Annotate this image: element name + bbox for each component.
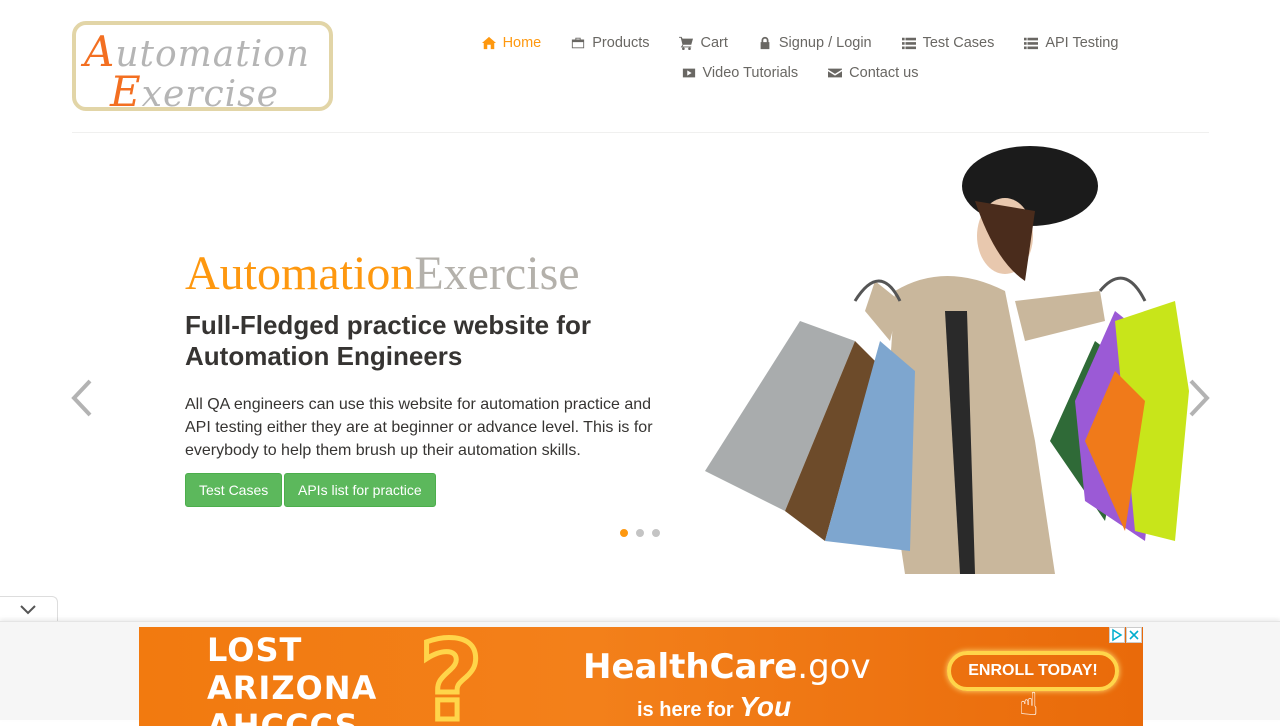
chevron-left-icon: [71, 379, 92, 417]
briefcase-icon: [572, 37, 585, 49]
hero-slider: AutomationExercise Full-Fledged practice…: [0, 133, 1280, 593]
healthcare-ad[interactable]: LOST ARIZONA AHCCCS ? HealthCare.gov is …: [139, 627, 1143, 726]
nav-video-tutorials[interactable]: Video Tutorials: [682, 65, 798, 81]
cart-icon: [679, 36, 694, 50]
ad-tagline: is here for You: [637, 691, 792, 722]
main-nav: Home Products Cart Signup / Login Test C…: [470, 28, 1130, 88]
nav-signup-login[interactable]: Signup / Login: [758, 35, 872, 51]
slider-prev-arrow[interactable]: [70, 378, 94, 418]
site-logo[interactable]: Automation Exercise: [72, 21, 333, 111]
nav-api-testing[interactable]: API Testing: [1024, 35, 1118, 51]
slide-headline: Full-Fledged practice website for Automa…: [185, 310, 591, 371]
youtube-icon: [682, 68, 695, 78]
question-mark-graphic: ?: [417, 627, 486, 726]
site-header: Automation Exercise Home Products Cart S…: [0, 0, 1280, 133]
ad-headline: LOST ARIZONA AHCCCS: [207, 631, 378, 726]
ad-brand: HealthCare.gov: [583, 647, 871, 687]
nav-contact-us[interactable]: Contact us: [828, 65, 918, 81]
ad-collapse-toggle[interactable]: [0, 596, 58, 624]
ad-info-icon[interactable]: [1109, 627, 1125, 643]
list-icon: [1024, 37, 1039, 50]
envelope-icon: [828, 68, 843, 78]
slider-next-arrow[interactable]: [1187, 378, 1211, 418]
pointer-hand-icon: ☝: [1019, 686, 1039, 722]
slider-indicators: [619, 528, 661, 538]
test-cases-button[interactable]: Test Cases: [185, 473, 283, 507]
ad-close-icon[interactable]: [1126, 627, 1142, 643]
apis-list-button[interactable]: APIs list for practice: [284, 473, 436, 507]
lock-icon: [760, 36, 770, 50]
slide-brand-title: AutomationExercise: [185, 247, 580, 300]
list-icon: [901, 37, 916, 50]
nav-test-cases[interactable]: Test Cases: [901, 35, 994, 51]
nav-products[interactable]: Products: [571, 35, 649, 51]
hero-shopping-girl-image: [705, 146, 1189, 574]
slider-dot[interactable]: [619, 528, 629, 538]
nav-cart[interactable]: Cart: [679, 35, 728, 51]
chevron-right-icon: [1189, 379, 1210, 417]
slider-dot[interactable]: [635, 528, 645, 538]
nav-home[interactable]: Home: [481, 35, 541, 51]
slider-dot[interactable]: [651, 528, 661, 538]
home-icon: [481, 36, 496, 50]
ad-banner-bar: LOST ARIZONA AHCCCS ? HealthCare.gov is …: [0, 621, 1280, 726]
slide-description: All QA engineers can use this website fo…: [185, 396, 653, 459]
chevron-down-icon: [20, 605, 36, 615]
